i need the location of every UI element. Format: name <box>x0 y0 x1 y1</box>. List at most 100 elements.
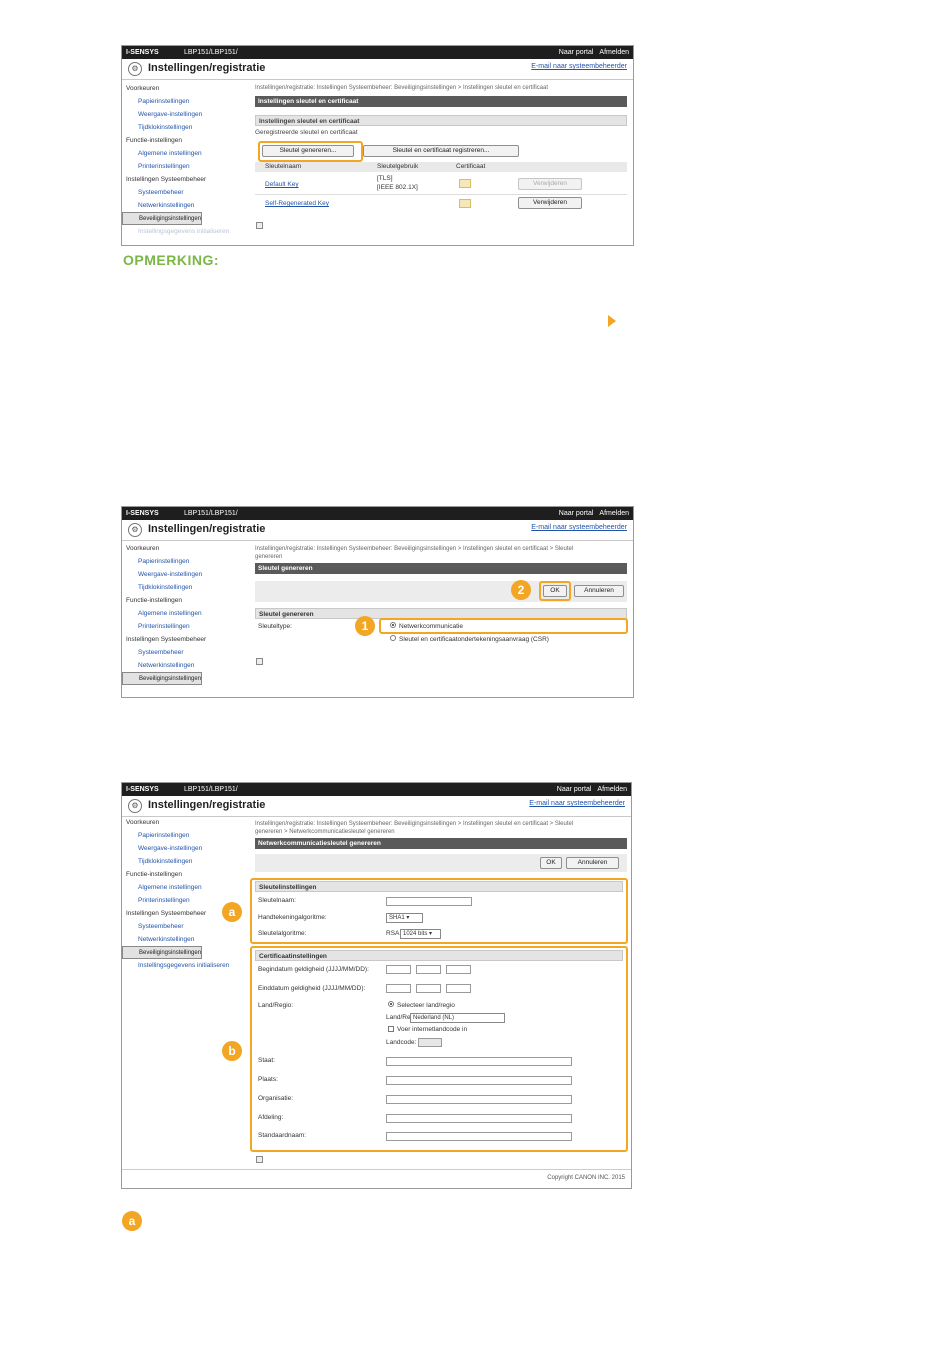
sidebar-item-instellingsgegevens[interactable]: Instellingsgegevens initialiseren <box>122 225 246 238</box>
certificate-icon[interactable] <box>459 199 471 208</box>
end-month-input[interactable] <box>416 984 441 993</box>
cancel-button[interactable]: Annuleren <box>574 585 624 597</box>
sidebar-item-weergave[interactable]: Weergave-instellingen <box>122 568 246 581</box>
delete-button-default[interactable]: Verwijderen <box>518 178 582 190</box>
cancel-button[interactable]: Annuleren <box>566 857 619 869</box>
sidebar-item-papier[interactable]: Papierinstellingen <box>122 555 246 568</box>
option-network[interactable]: Netwerkcommunicatie <box>390 622 463 630</box>
page-top-icon[interactable] <box>256 222 263 229</box>
sidebar-item-papier[interactable]: Papierinstellingen <box>122 95 246 108</box>
logout-link[interactable]: Afmelden <box>599 49 629 56</box>
key-length-value: 1024 bits <box>403 931 428 937</box>
sidebar-item-systeembeheer[interactable]: Systeembeheer <box>122 920 246 933</box>
callout-1: 1 <box>355 616 375 636</box>
logout-link[interactable]: Afmelden <box>599 510 629 517</box>
callout-2: 2 <box>511 580 531 600</box>
screenshot-network-key-settings: I-SENSYS LBP151/LBP151/ Naar portal Afmel… <box>121 782 632 1189</box>
page-title: Sleutel genereren <box>255 563 627 574</box>
copyright: Copyright CANON INC. 2015 <box>547 1175 625 1181</box>
sidebar-item-weergave[interactable]: Weergave-instellingen <box>122 108 246 121</box>
landcode-input[interactable] <box>418 1038 442 1047</box>
mail-admin-link[interactable]: E-mail naar systeembeheerder <box>531 63 627 70</box>
portal-link[interactable]: Naar portal <box>557 786 592 793</box>
portal-link[interactable]: Naar portal <box>559 49 594 56</box>
start-month-input[interactable] <box>416 965 441 974</box>
sidebar-item-netwerk[interactable]: Netwerkinstellingen <box>122 659 246 672</box>
highlight-generate <box>258 141 363 162</box>
key-name-label: Sleutelnaam: <box>258 897 296 904</box>
sidebar-item-printer[interactable]: Printerinstellingen <box>122 160 246 173</box>
organization-label: Organisatie: <box>258 1095 294 1102</box>
sidebar-item-beveiliging[interactable]: Beveiligingsinstellingen <box>122 672 203 685</box>
sidebar-item-systeembeheer[interactable]: Systeembeheer <box>122 646 246 659</box>
organization-input[interactable] <box>386 1095 572 1104</box>
sidebar-voorkeuren: Voorkeuren <box>126 819 160 826</box>
ok-button[interactable]: OK <box>540 857 562 869</box>
sidebar-item-tijd[interactable]: Tijdklokinstellingen <box>122 581 246 594</box>
start-day-input[interactable] <box>446 965 471 974</box>
sidebar-item-systeembeheer[interactable]: Systeembeheer <box>122 186 246 199</box>
option-csr[interactable]: Sleutel en certificaatondertekeningsaanv… <box>390 635 549 643</box>
app-header: ⚙ Instellingen/registratie E-mail naar s… <box>122 59 633 80</box>
col-key-name: Sleutelnaam <box>265 163 302 170</box>
sidebar-item-beveiliging[interactable]: Beveiligingsinstellingen <box>122 946 203 959</box>
page-title: Netwerkcommunicatiesleutel genereren <box>255 838 627 849</box>
app-header: ⚙ Instellingen/registratie E-mail naar s… <box>122 520 633 541</box>
department-label: Afdeling: <box>258 1114 284 1121</box>
common-name-input[interactable] <box>386 1132 572 1141</box>
app-title: Instellingen/registratie <box>148 799 266 811</box>
end-year-input[interactable] <box>386 984 411 993</box>
page-top-icon[interactable] <box>256 658 263 665</box>
sidebar-item-instellingsgegevens[interactable]: Instellingsgegevens initialiseren <box>122 959 246 972</box>
page-top-icon[interactable] <box>256 1156 263 1163</box>
checkbox-icon[interactable] <box>388 1026 394 1033</box>
radio-selected-icon[interactable] <box>390 622 396 629</box>
callout-a: a <box>222 902 242 922</box>
sidebar: Voorkeuren Papierinstellingen Weergave-i… <box>122 82 246 238</box>
department-input[interactable] <box>386 1114 572 1123</box>
sidebar-item-papier[interactable]: Papierinstellingen <box>122 829 246 842</box>
signature-alg-value: SHA1 <box>389 915 405 921</box>
register-key-button[interactable]: Sleutel en certificaat registreren... <box>363 145 519 157</box>
breadcrumb: Instellingen/registratie: Instellingen S… <box>255 85 549 91</box>
logout-link[interactable]: Afmelden <box>597 786 627 793</box>
sidebar-item-netwerk[interactable]: Netwerkinstellingen <box>122 933 246 946</box>
sidebar-item-algemeen[interactable]: Algemene instellingen <box>122 881 246 894</box>
settings-logo-icon: ⚙ <box>128 523 142 537</box>
key-link-default[interactable]: Default Key <box>265 181 299 188</box>
certificate-icon[interactable] <box>459 179 471 188</box>
city-input[interactable] <box>386 1076 572 1085</box>
sidebar-item-algemeen[interactable]: Algemene instellingen <box>122 147 246 160</box>
delete-button-self-regenerated[interactable]: Verwijderen <box>518 197 582 209</box>
key-usage-8021x: [IEEE 802.1X] <box>377 184 418 191</box>
sidebar-item-beveiliging[interactable]: Beveiligingsinstellingen <box>122 212 203 225</box>
sidebar-item-algemeen[interactable]: Algemene instellingen <box>122 607 246 620</box>
option-select-country[interactable]: Selecteer land/regio <box>388 1001 455 1009</box>
portal-link[interactable]: Naar portal <box>559 510 594 517</box>
sidebar-item-tijd[interactable]: Tijdklokinstellingen <box>122 855 246 868</box>
sidebar-item-printer[interactable]: Printerinstellingen <box>122 620 246 633</box>
key-length-select[interactable]: 1024 bits ▾ <box>400 929 441 939</box>
option-internet-code[interactable]: Voer internetlandcode in <box>388 1026 467 1033</box>
signature-alg-select[interactable]: SHA1 ▾ <box>386 913 423 923</box>
key-alg-label: Sleutelalgoritme: <box>258 930 307 937</box>
sidebar-item-netwerk[interactable]: Netwerkinstellingen <box>122 199 246 212</box>
key-name-input[interactable] <box>386 897 472 906</box>
mail-admin-link[interactable]: E-mail naar systeembeheerder <box>529 800 625 807</box>
sidebar-item-weergave[interactable]: Weergave-instellingen <box>122 842 246 855</box>
opmerking-heading: OPMERKING: <box>123 252 219 268</box>
end-day-input[interactable] <box>446 984 471 993</box>
start-year-input[interactable] <box>386 965 411 974</box>
sidebar-item-tijd[interactable]: Tijdklokinstellingen <box>122 121 246 134</box>
mail-admin-link[interactable]: E-mail naar systeembeheerder <box>531 524 627 531</box>
sidebar-voorkeuren: Voorkeuren <box>126 85 160 92</box>
country-select[interactable]: Nederland (NL) <box>410 1013 505 1023</box>
radio-icon[interactable] <box>390 635 396 642</box>
key-link-self-regenerated[interactable]: Self-Regenerated Key <box>265 200 329 207</box>
state-input[interactable] <box>386 1057 572 1066</box>
rsa-label: RSA <box>386 930 400 937</box>
app-header: ⚙ Instellingen/registratie E-mail naar s… <box>122 796 631 817</box>
main-content: Instellingen/registratie: Instellingen S… <box>255 545 627 574</box>
radio-selected-icon[interactable] <box>388 1001 394 1008</box>
brand: I-SENSYS <box>126 510 159 517</box>
